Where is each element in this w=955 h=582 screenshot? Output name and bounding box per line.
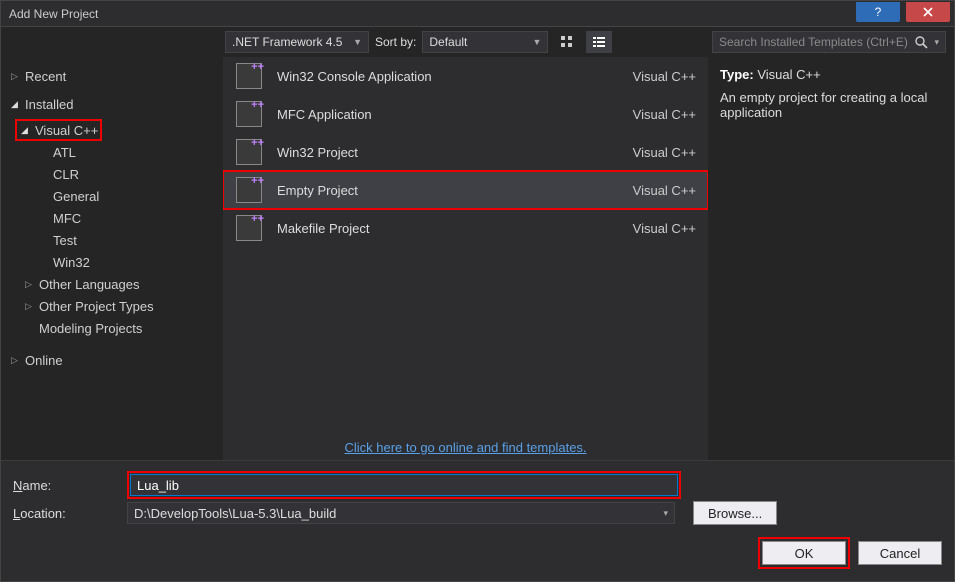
online-templates-link-row: Click here to go online and find templat… [223, 434, 708, 460]
sort-by-value: Default [429, 35, 467, 49]
empty-project-icon: ++ [236, 177, 262, 203]
tree-visual-cpp[interactable]: Visual C++ [17, 122, 100, 139]
tree-other-project-types[interactable]: Other Project Types [5, 295, 219, 317]
dialog-buttons: OK Cancel [13, 537, 942, 569]
tree-other-languages[interactable]: Other Languages [5, 273, 219, 295]
close-button[interactable] [906, 2, 950, 22]
template-row[interactable]: ++ MFC Application Visual C++ [223, 95, 708, 133]
search-input[interactable] [719, 35, 908, 49]
tree-clr[interactable]: CLR [5, 163, 219, 185]
close-icon [922, 6, 934, 18]
tree-recent[interactable]: Recent [5, 65, 219, 87]
chevron-down-icon: ▾ [663, 508, 668, 519]
win32-project-icon: ++ [236, 139, 262, 165]
browse-button[interactable]: Browse... [693, 501, 777, 525]
template-description: An empty project for creating a local ap… [720, 90, 942, 120]
name-row: Name: [13, 471, 942, 499]
sort-by-label: Sort by: [375, 35, 416, 49]
online-templates-link[interactable]: Click here to go online and find templat… [344, 440, 586, 455]
search-box[interactable]: ▾ [712, 31, 946, 53]
name-label: Name: [13, 478, 117, 493]
chevron-down-icon: ▾ [934, 37, 939, 48]
category-tree[interactable]: Recent Installed Visual C++ ATL CLR Gene… [1, 57, 223, 460]
tree-modeling[interactable]: Modeling Projects [5, 317, 219, 339]
bottom-form: Name: Location: D:\DevelopTools\Lua-5.3\… [1, 460, 954, 581]
tree-online[interactable]: Online [5, 349, 219, 371]
help-button[interactable]: ? [856, 2, 900, 22]
tree-win32[interactable]: Win32 [5, 251, 219, 273]
description-pane: Type: Visual C++ An empty project for cr… [708, 57, 954, 460]
console-app-icon: ++ [236, 63, 262, 89]
window-title: Add New Project [1, 7, 856, 21]
framework-value: .NET Framework 4.5 [232, 35, 342, 49]
top-toolbar: .NET Framework 4.5 ▼ Sort by: Default ▼ [1, 27, 954, 57]
project-name-input[interactable] [130, 474, 678, 496]
tree-mfc[interactable]: MFC [5, 207, 219, 229]
tree-installed[interactable]: Installed [5, 93, 219, 115]
template-row-selected[interactable]: ++ Empty Project Visual C++ [223, 171, 708, 209]
middle-panes: Recent Installed Visual C++ ATL CLR Gene… [1, 57, 954, 460]
mfc-app-icon: ++ [236, 101, 262, 127]
framework-dropdown[interactable]: .NET Framework 4.5 ▼ [225, 31, 369, 53]
titlebar[interactable]: Add New Project ? [1, 1, 954, 27]
tree-atl[interactable]: ATL [5, 141, 219, 163]
location-row: Location: D:\DevelopTools\Lua-5.3\Lua_bu… [13, 499, 942, 527]
chevron-down-icon: ▼ [353, 37, 362, 47]
tree-test[interactable]: Test [5, 229, 219, 251]
template-type: Type: Visual C++ [720, 67, 942, 82]
list-icon [592, 35, 606, 49]
location-label: Location: [13, 506, 117, 521]
template-row[interactable]: ++ Win32 Console Application Visual C++ [223, 57, 708, 95]
template-row[interactable]: ++ Makefile Project Visual C++ [223, 209, 708, 247]
sort-by-dropdown[interactable]: Default ▼ [422, 31, 548, 53]
grid-icon [560, 35, 574, 49]
content-area: .NET Framework 4.5 ▼ Sort by: Default ▼ [1, 27, 954, 581]
template-row[interactable]: ++ Win32 Project Visual C++ [223, 133, 708, 171]
add-new-project-dialog: Add New Project ? .NET Framework 4.5 ▼ S… [0, 0, 955, 582]
makefile-project-icon: ++ [236, 215, 262, 241]
view-small-icons-button[interactable] [554, 31, 580, 53]
chevron-down-icon: ▼ [532, 37, 541, 47]
tree-general[interactable]: General [5, 185, 219, 207]
search-icon [914, 35, 928, 49]
location-dropdown[interactable]: D:\DevelopTools\Lua-5.3\Lua_build ▾ [127, 502, 675, 524]
cancel-button[interactable]: Cancel [858, 541, 942, 565]
view-details-button[interactable] [586, 31, 612, 53]
ok-button[interactable]: OK [762, 541, 846, 565]
template-list[interactable]: ++ Win32 Console Application Visual C++ … [223, 57, 708, 460]
